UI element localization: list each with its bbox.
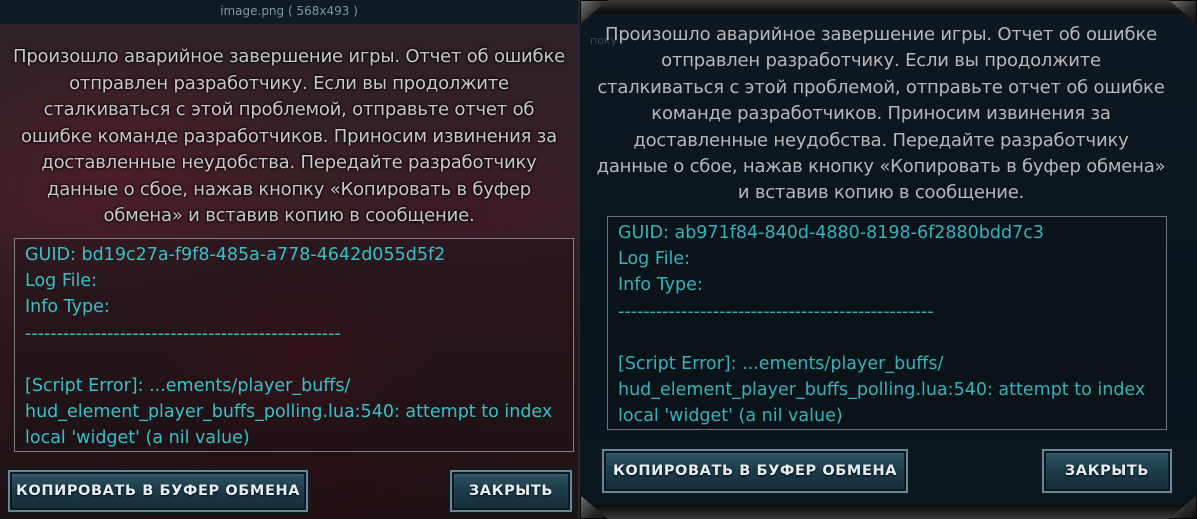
log-error-detail: local 'widget' (a nil value) — [25, 428, 250, 449]
left-crash-dialog: image.png ( 568x493 ) Произошло аварийно… — [0, 0, 578, 519]
log-info-type: Info Type: — [618, 275, 703, 296]
log-blank — [618, 325, 1156, 351]
copy-to-clipboard-button[interactable]: КОПИРОВАТЬ В БУФЕР ОБМЕНА — [8, 470, 308, 512]
log-guid: GUID: bd19c27a-f9f8-485a-a778-4642d055d5… — [25, 245, 446, 265]
log-file: Log File: — [618, 249, 690, 270]
error-log-box[interactable]: GUID: ab971f84-840d-4880-8198-6f2880bdd7… — [607, 216, 1167, 430]
log-separator: ----------------------------------------… — [25, 323, 341, 344]
crash-message: Произошло аварийное завершение игры. Отч… — [596, 24, 1166, 204]
copy-to-clipboard-button[interactable]: КОПИРОВАТЬ В БУФЕР ОБМЕНА — [602, 449, 908, 493]
image-caption: image.png ( 568x493 ) — [220, 4, 358, 18]
frame-border-bottom — [580, 505, 1197, 519]
log-error-path: hud_element_player_buffs_polling.lua:540… — [618, 380, 1146, 401]
log-file: Log File: — [25, 271, 97, 292]
log-script-error: [Script Error]: ...ements/player_buffs/ — [25, 375, 351, 396]
close-button[interactable]: ЗАКРЫТЬ — [450, 470, 572, 512]
log-info-type: Info Type: — [25, 297, 110, 318]
error-log-box[interactable]: GUID: bd19c27a-f9f8-485a-a778-4642d055d5… — [14, 238, 574, 452]
right-crash-dialog: поку Произошло аварийное завершение игры… — [578, 0, 1197, 519]
log-guid: GUID: ab971f84-840d-4880-8198-6f2880bdd7… — [618, 223, 1045, 243]
log-separator: ----------------------------------------… — [618, 301, 934, 322]
log-script-error: [Script Error]: ...ements/player_buffs/ — [618, 353, 944, 374]
log-error-path: hud_element_player_buffs_polling.lua:540… — [25, 402, 553, 423]
log-error-detail: local 'widget' (a nil value) — [618, 406, 843, 427]
log-blank — [25, 347, 563, 373]
crash-message: Произошло аварийное завершение игры. Отч… — [12, 46, 566, 226]
frame-border-top — [580, 0, 1197, 14]
close-button[interactable]: ЗАКРЫТЬ — [1042, 449, 1172, 493]
